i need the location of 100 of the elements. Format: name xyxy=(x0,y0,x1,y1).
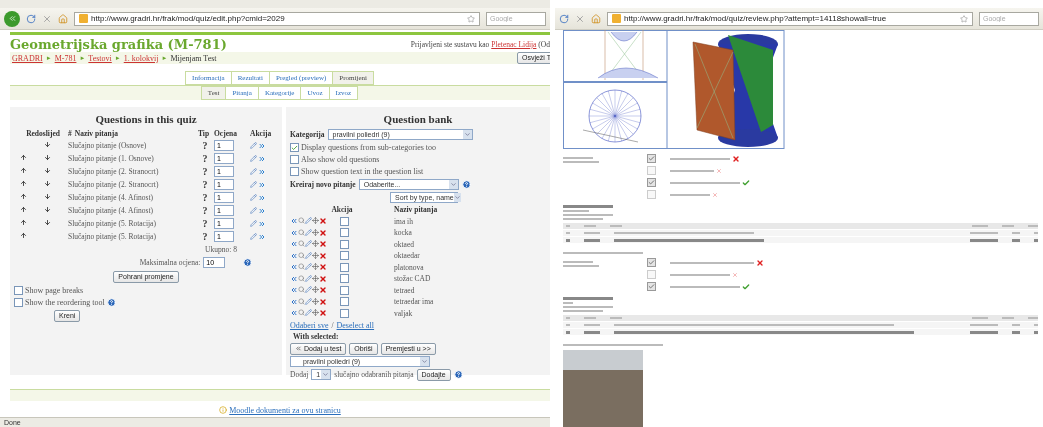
search-icon[interactable] xyxy=(298,240,305,248)
move-icon[interactable] xyxy=(312,274,319,283)
edit-icon[interactable] xyxy=(305,274,312,283)
up-arrow-icon[interactable] xyxy=(20,206,27,213)
double-arrow-icon[interactable] xyxy=(290,228,298,237)
address-bar[interactable]: http://www.gradri.hr/frak/mod/quiz/review.php?attempt=14118showall=true xyxy=(607,11,973,26)
search-icon[interactable] xyxy=(298,286,305,294)
edit-icon[interactable] xyxy=(250,193,257,202)
breadcrumb-link[interactable]: GRADRI xyxy=(12,53,43,63)
delete-icon[interactable] xyxy=(319,297,327,306)
double-arrow-icon[interactable] xyxy=(290,217,298,225)
double-arrow-icon[interactable] xyxy=(290,286,298,294)
double-arrow-icon[interactable] xyxy=(290,263,298,271)
down-arrow-icon[interactable] xyxy=(44,193,51,200)
edit-icon[interactable] xyxy=(250,141,257,150)
edit-icon[interactable] xyxy=(305,217,312,225)
edit-icon[interactable] xyxy=(305,228,312,237)
edit-icon[interactable] xyxy=(250,219,257,228)
checkbox[interactable] xyxy=(290,143,299,152)
address-bar[interactable]: http://www.gradri.hr/frak/mod/quiz/edit.php?cmid=2029 xyxy=(74,11,480,26)
edit-icon[interactable] xyxy=(250,206,257,215)
move-icon[interactable] xyxy=(312,309,319,317)
double-arrow-icon[interactable] xyxy=(290,240,298,248)
checkbox[interactable] xyxy=(14,298,23,307)
home-icon[interactable] xyxy=(58,13,68,24)
up-arrow-icon[interactable] xyxy=(20,193,27,200)
edit-icon[interactable] xyxy=(305,286,312,294)
move-icon[interactable] xyxy=(312,217,319,225)
delete-icon[interactable] xyxy=(319,240,327,248)
edit-icon[interactable] xyxy=(250,232,257,241)
down-arrow-icon[interactable] xyxy=(44,167,51,174)
stop-icon[interactable] xyxy=(42,13,52,24)
delete-icon[interactable] xyxy=(319,286,327,294)
double-arrow-icon[interactable] xyxy=(258,206,266,215)
stop-icon[interactable] xyxy=(575,13,585,24)
search-icon[interactable] xyxy=(298,251,305,260)
delete-icon[interactable] xyxy=(319,274,327,283)
down-arrow-icon[interactable] xyxy=(44,180,51,187)
double-arrow-icon[interactable] xyxy=(258,232,266,241)
down-arrow-icon[interactable] xyxy=(44,206,51,213)
checkbox[interactable] xyxy=(340,308,349,318)
down-arrow-icon[interactable] xyxy=(44,141,51,148)
up-arrow-icon[interactable] xyxy=(20,154,27,161)
star-icon[interactable] xyxy=(960,14,968,23)
edit-icon[interactable] xyxy=(250,154,257,163)
docs-link[interactable]: Moodle dokumenti za ovu stranicu xyxy=(229,405,341,415)
double-arrow-icon[interactable] xyxy=(258,193,266,202)
checkbox[interactable] xyxy=(340,285,349,295)
edit-icon[interactable] xyxy=(305,263,312,271)
help-icon[interactable] xyxy=(243,258,253,267)
edit-icon[interactable] xyxy=(305,297,312,306)
up-arrow-icon[interactable] xyxy=(20,219,27,226)
edit-icon[interactable] xyxy=(305,309,312,317)
breadcrumb-link[interactable]: Testovi xyxy=(88,53,112,63)
move-icon[interactable] xyxy=(312,228,319,237)
help-icon[interactable] xyxy=(461,180,471,189)
search-icon[interactable] xyxy=(298,274,305,283)
move-icon[interactable] xyxy=(312,263,319,271)
down-arrow-icon[interactable] xyxy=(44,154,51,161)
reload-icon[interactable] xyxy=(26,13,36,24)
checkbox[interactable] xyxy=(340,274,349,283)
checkbox[interactable] xyxy=(340,297,349,306)
move-icon[interactable] xyxy=(312,251,319,260)
delete-icon[interactable] xyxy=(319,309,327,317)
breadcrumb-link[interactable]: 1. kolokvij xyxy=(123,53,159,63)
breadcrumb-link[interactable]: M-781 xyxy=(54,53,77,63)
search-icon[interactable] xyxy=(298,217,305,225)
double-arrow-icon[interactable] xyxy=(258,154,266,163)
delete-icon[interactable] xyxy=(319,228,327,237)
edit-icon[interactable] xyxy=(305,251,312,260)
edit-icon[interactable] xyxy=(250,180,257,189)
move-icon[interactable] xyxy=(312,297,319,306)
up-arrow-icon[interactable] xyxy=(20,232,27,239)
down-arrow-icon[interactable] xyxy=(44,219,51,226)
double-arrow-icon[interactable] xyxy=(258,219,266,228)
search-icon[interactable] xyxy=(298,263,305,271)
checkbox[interactable] xyxy=(340,216,349,226)
double-arrow-icon[interactable] xyxy=(290,251,298,260)
back-button[interactable] xyxy=(4,10,20,27)
up-arrow-icon[interactable] xyxy=(20,180,27,187)
checkbox[interactable] xyxy=(340,239,349,249)
delete-icon[interactable] xyxy=(319,217,327,225)
help-icon[interactable] xyxy=(106,298,116,307)
search-icon[interactable] xyxy=(298,309,305,317)
reload-icon[interactable] xyxy=(559,13,569,24)
checkbox[interactable] xyxy=(340,228,349,237)
search-icon[interactable] xyxy=(298,228,305,237)
move-icon[interactable] xyxy=(312,240,319,248)
home-icon[interactable] xyxy=(591,13,601,24)
edit-icon[interactable] xyxy=(305,240,312,248)
deselect-all-link[interactable]: Deselect all xyxy=(336,320,375,330)
edit-icon[interactable] xyxy=(250,167,257,176)
delete-icon[interactable] xyxy=(319,251,327,260)
double-arrow-icon[interactable] xyxy=(258,141,266,150)
double-arrow-icon[interactable] xyxy=(290,274,298,283)
checkbox[interactable] xyxy=(340,262,349,272)
search-icon[interactable] xyxy=(298,297,305,306)
double-arrow-icon[interactable] xyxy=(258,180,266,189)
checkbox[interactable] xyxy=(340,251,349,260)
double-arrow-icon[interactable] xyxy=(290,309,298,317)
